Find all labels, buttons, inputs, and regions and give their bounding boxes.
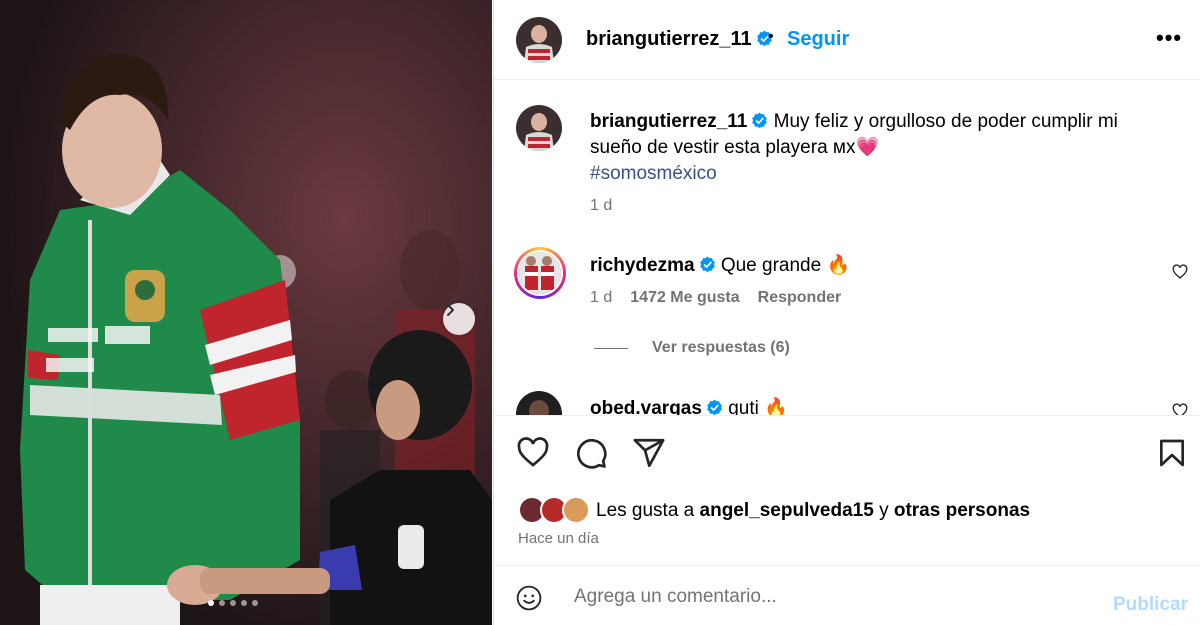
carousel-indicator: [208, 600, 258, 606]
caption-username[interactable]: briangutierrez_11: [590, 111, 747, 132]
carousel-dot: [241, 600, 247, 606]
comment-username[interactable]: obed.vargas: [590, 398, 702, 415]
comments-section[interactable]: briangutierrez_11 Muy feliz y orgulloso …: [494, 81, 1200, 415]
comment-text: guti 🔥: [728, 398, 788, 415]
avatar-image: [519, 252, 561, 294]
emoji-button[interactable]: [516, 585, 542, 616]
comment-username[interactable]: richydezma: [590, 255, 695, 276]
caption-avatar[interactable]: [516, 105, 562, 151]
like-comment-button[interactable]: [1172, 403, 1188, 415]
chevron-right-icon: [447, 304, 454, 316]
post-caption: briangutierrez_11 Muy feliz y orgulloso …: [590, 109, 1170, 187]
likes-prefix: Les gusta a: [596, 500, 695, 521]
reply-button[interactable]: Responder: [758, 289, 842, 307]
heart-icon: [517, 437, 549, 467]
carousel-dot: [208, 600, 214, 606]
view-replies-label: Ver respuestas (6): [652, 339, 790, 356]
separator-bullet: •: [768, 28, 774, 45]
likes-others[interactable]: otras personas: [894, 500, 1030, 522]
carousel-dot: [252, 600, 258, 606]
heart-outline-icon: [1172, 403, 1188, 415]
post-photo: [0, 0, 492, 625]
post-header: briangutierrez_11 • Seguir •••: [494, 0, 1200, 80]
emoji-icon: [516, 585, 542, 611]
save-button[interactable]: [1156, 436, 1188, 475]
carousel-dot: [230, 600, 236, 606]
publish-button[interactable]: Publicar: [1113, 594, 1188, 616]
comment-meta: 1 d 1472 Me gusta Responder: [590, 289, 841, 307]
author-username-text[interactable]: briangutierrez_11: [586, 28, 752, 50]
post-media[interactable]: [0, 0, 492, 625]
like-button[interactable]: [516, 436, 550, 475]
bookmark-icon: [1160, 439, 1184, 467]
post-actions: Les gusta a angel_sepulveda15 y otras pe…: [494, 415, 1200, 565]
post-details-panel: briangutierrez_11 • Seguir ••• brianguti…: [493, 0, 1200, 625]
heart-outline-icon: [1172, 264, 1188, 279]
comment-text-row: obed.vargas guti 🔥: [590, 396, 788, 415]
avatar-image: [516, 17, 562, 63]
avatar-image: [516, 391, 562, 415]
author-username[interactable]: briangutierrez_11: [586, 28, 773, 51]
comment-button[interactable]: [574, 436, 608, 475]
verified-badge-icon: [707, 399, 722, 415]
verified-badge-icon: [699, 256, 715, 273]
author-avatar[interactable]: [516, 17, 562, 63]
follow-button[interactable]: Seguir: [787, 28, 849, 51]
comment-input[interactable]: [574, 584, 1094, 610]
comment-text: Que grande 🔥: [720, 255, 851, 276]
likes-user[interactable]: angel_sepulveda15: [700, 500, 874, 522]
caption-time: 1 d: [590, 197, 613, 214]
view-replies-button[interactable]: Ver respuestas (6): [594, 339, 790, 357]
liker-avatar: [562, 496, 590, 524]
like-comment-button[interactable]: [1172, 264, 1188, 285]
avatar-image: [516, 105, 562, 151]
verified-badge-icon: [752, 112, 768, 129]
carousel-next-button[interactable]: [443, 303, 475, 335]
add-comment-bar: Publicar: [494, 565, 1200, 625]
comment-text-row: richydezma Que grande 🔥: [590, 253, 850, 277]
more-options-button[interactable]: •••: [1156, 27, 1182, 49]
comment-time: 1 d: [590, 289, 613, 306]
post-timestamp[interactable]: Hace un día: [518, 530, 599, 547]
replies-divider: [594, 347, 628, 349]
commenter-avatar: [517, 250, 563, 296]
share-button[interactable]: [632, 436, 666, 475]
more-icon: •••: [1156, 25, 1183, 50]
comment-icon: [577, 439, 607, 469]
likes-and: y: [879, 500, 889, 521]
likes-summary: Les gusta a angel_sepulveda15 y otras pe…: [518, 496, 1030, 526]
comment-likes[interactable]: 1472 Me gusta: [630, 289, 739, 307]
commenter-avatar-story-ring[interactable]: [514, 247, 566, 299]
share-icon: [633, 438, 665, 468]
caption-hashtag[interactable]: #somosméxico: [590, 163, 717, 184]
carousel-dot: [219, 600, 225, 606]
commenter-avatar[interactable]: [516, 391, 562, 415]
liker-avatars: [518, 496, 594, 526]
